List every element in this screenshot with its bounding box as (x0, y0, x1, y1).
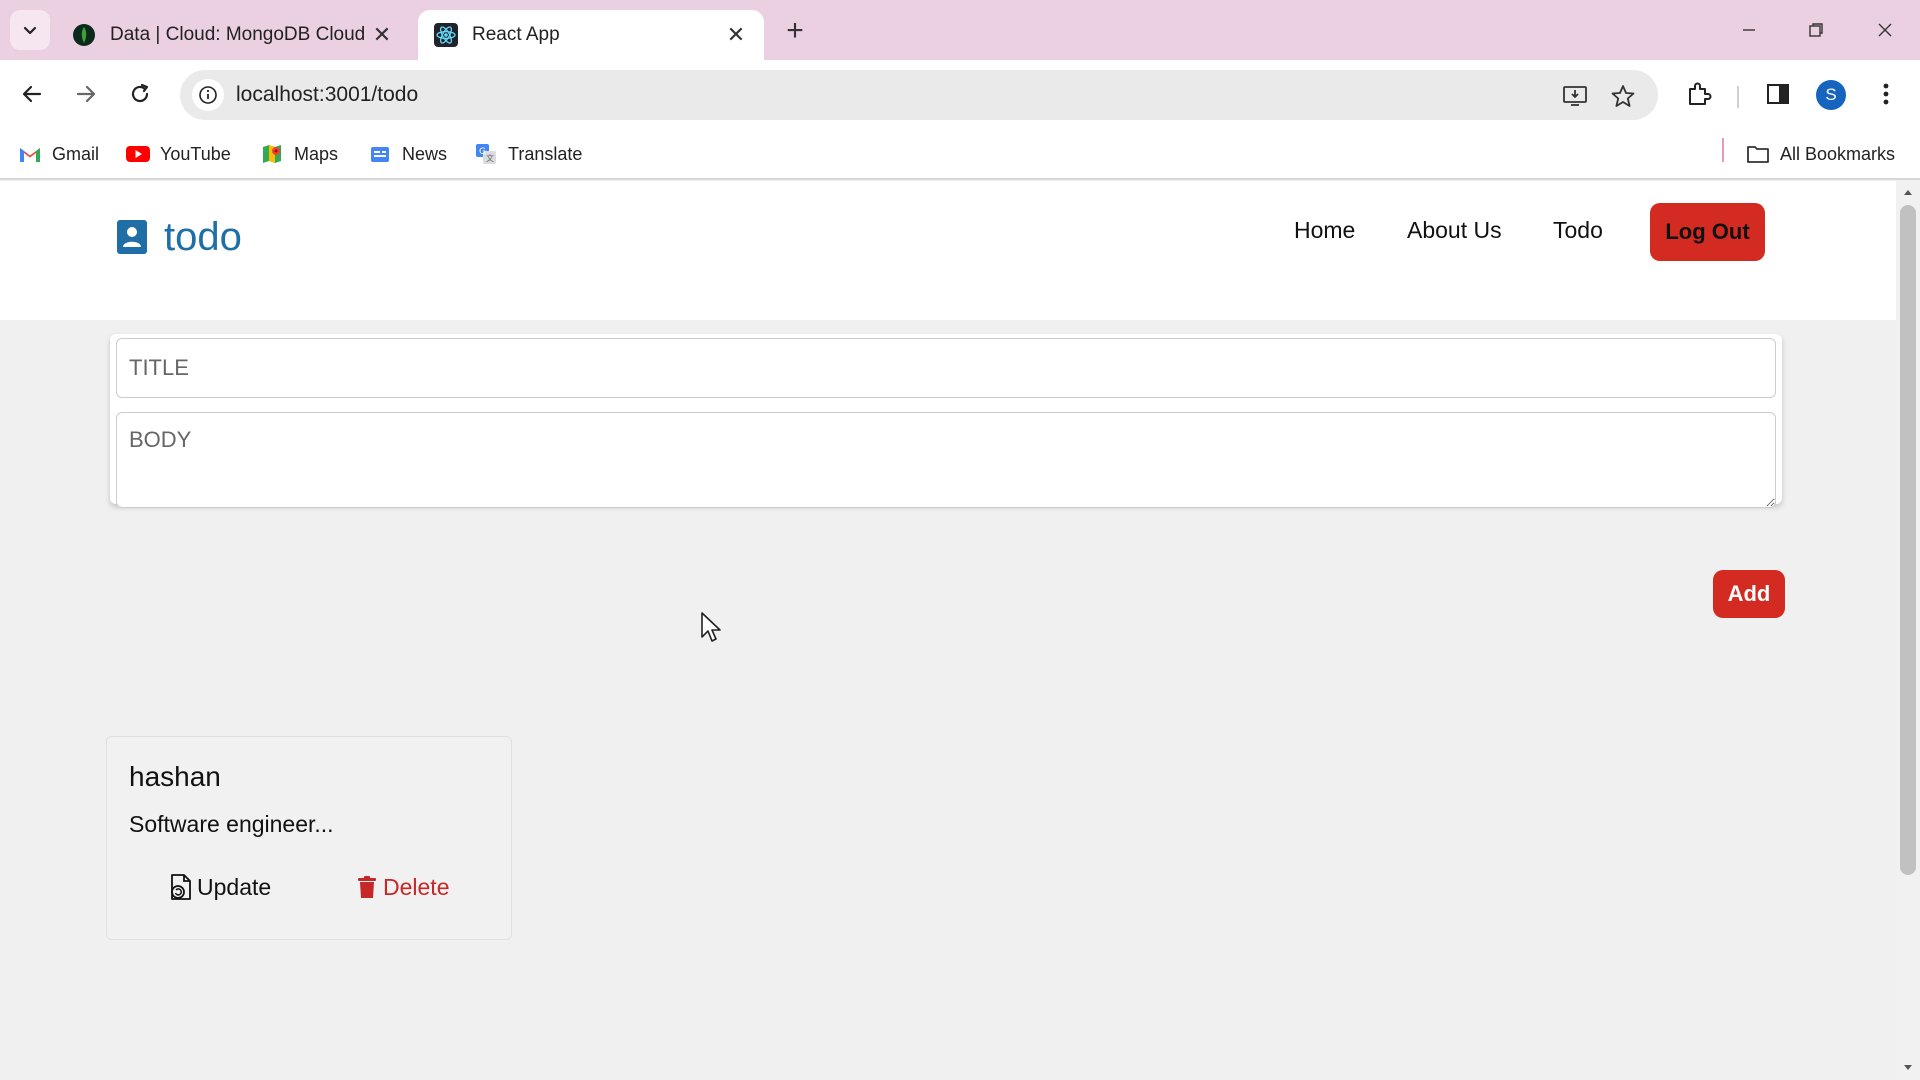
bookmark-label: News (402, 143, 448, 164)
contact-book-icon (117, 220, 147, 254)
arrow-right-icon (76, 85, 96, 103)
svg-text:G: G (479, 147, 486, 157)
tab-title: React App (472, 24, 560, 45)
mongodb-leaf-icon (73, 24, 95, 46)
restore-icon (1809, 23, 1823, 37)
page-scrollbar[interactable] (1896, 181, 1920, 1080)
install-app-icon (1563, 86, 1587, 106)
file-refresh-icon (167, 873, 195, 901)
nav-todo[interactable]: Todo (1553, 217, 1603, 244)
bookmarks-divider (1722, 138, 1724, 162)
nav-about-us[interactable]: About Us (1407, 217, 1502, 244)
install-app-button[interactable] (1560, 81, 1590, 111)
todo-body: Software engineer... (129, 811, 334, 837)
bookmark-star-button[interactable] (1608, 81, 1638, 111)
info-icon (199, 86, 217, 104)
bookmark-translate[interactable]: G文 Translate (474, 140, 582, 168)
profile-avatar[interactable]: S (1816, 80, 1846, 110)
forward-button[interactable] (66, 74, 106, 114)
update-label: Update (197, 873, 272, 900)
minimize-icon (1743, 29, 1755, 31)
bookmark-label: Translate (508, 143, 583, 164)
todo-card: hashan Software engineer... Update Delet… (106, 736, 512, 940)
reload-icon (131, 83, 149, 103)
toolbar-divider (1737, 86, 1739, 108)
scroll-down-arrow-icon[interactable] (1896, 1061, 1920, 1075)
folder-icon (1746, 142, 1770, 166)
delete-button[interactable]: Delete (353, 869, 449, 905)
close-icon[interactable]: ✕ (370, 22, 394, 47)
news-icon (368, 142, 392, 166)
menu-button[interactable] (1868, 76, 1904, 112)
extensions-button[interactable] (1681, 76, 1717, 112)
brand-logo[interactable]: todo (114, 211, 242, 263)
bookmark-maps[interactable]: Maps (260, 140, 338, 168)
app-navbar: todo Home About Us Todo Log Out (0, 181, 1896, 320)
title-input[interactable] (116, 338, 1776, 398)
delete-label: Delete (383, 873, 450, 900)
close-icon (1878, 23, 1892, 37)
arrow-left-icon (22, 85, 42, 103)
tab-search-button[interactable] (10, 10, 50, 50)
tab-strip: Data | Cloud: MongoDB Cloud ✕ React App … (0, 0, 1920, 60)
body-textarea[interactable] (116, 412, 1776, 508)
bookmark-youtube[interactable]: YouTube (126, 140, 231, 168)
tab-react-app[interactable]: React App ✕ (418, 10, 764, 60)
page-viewport: todo Home About Us Todo Log Out Add hash… (0, 181, 1896, 1080)
close-icon[interactable]: ✕ (724, 22, 748, 47)
nav-home[interactable]: Home (1294, 217, 1355, 244)
bookmark-label: Maps (294, 143, 339, 164)
svg-text:文: 文 (486, 153, 494, 163)
chevron-down-icon (23, 26, 37, 35)
bookmarks-bar: Gmail YouTube Maps News G文 Translate (0, 128, 1920, 180)
star-icon (1611, 85, 1635, 107)
url-text[interactable]: localhost:3001/todo (236, 83, 418, 107)
tab-title: Data | Cloud: MongoDB Cloud (110, 24, 366, 45)
translate-icon: G文 (474, 142, 498, 166)
trash-icon (353, 873, 381, 901)
new-tab-button[interactable]: + (778, 14, 812, 48)
back-button[interactable] (12, 74, 52, 114)
bookmark-label: YouTube (160, 143, 231, 164)
tab-mongodb[interactable]: Data | Cloud: MongoDB Cloud ✕ (56, 10, 410, 60)
side-panel-icon (1767, 84, 1789, 104)
react-icon (434, 23, 458, 47)
gmail-icon (18, 142, 42, 166)
todo-title: hashan (129, 761, 221, 792)
browser-toolbar: localhost:3001/todo (0, 60, 1920, 128)
update-button[interactable]: Update (167, 869, 271, 905)
scroll-up-arrow-icon[interactable] (1896, 185, 1920, 199)
maps-icon (260, 142, 284, 166)
scrollbar-thumb[interactable] (1900, 205, 1916, 875)
youtube-icon (126, 142, 150, 166)
reload-button[interactable] (120, 74, 160, 114)
close-window-button[interactable] (1860, 10, 1910, 50)
site-info-button[interactable] (192, 79, 224, 111)
brand-name: todo (164, 214, 242, 259)
bookmark-label: Gmail (52, 143, 100, 164)
restore-button[interactable] (1791, 10, 1841, 50)
add-button[interactable]: Add (1713, 570, 1785, 618)
logout-button[interactable]: Log Out (1650, 203, 1765, 261)
puzzle-icon (1689, 82, 1712, 105)
bookmark-news[interactable]: News (368, 140, 447, 168)
minimize-button[interactable] (1724, 10, 1774, 50)
all-bookmarks-label: All Bookmarks (1780, 143, 1896, 164)
todo-form (110, 334, 1782, 508)
mouse-cursor-icon (701, 612, 721, 642)
all-bookmarks-button[interactable]: All Bookmarks (1746, 140, 1895, 168)
side-panel-button[interactable] (1760, 76, 1796, 112)
kebab-menu-icon (1883, 83, 1889, 105)
address-bar[interactable]: localhost:3001/todo (180, 70, 1658, 120)
bookmark-gmail[interactable]: Gmail (18, 140, 99, 168)
